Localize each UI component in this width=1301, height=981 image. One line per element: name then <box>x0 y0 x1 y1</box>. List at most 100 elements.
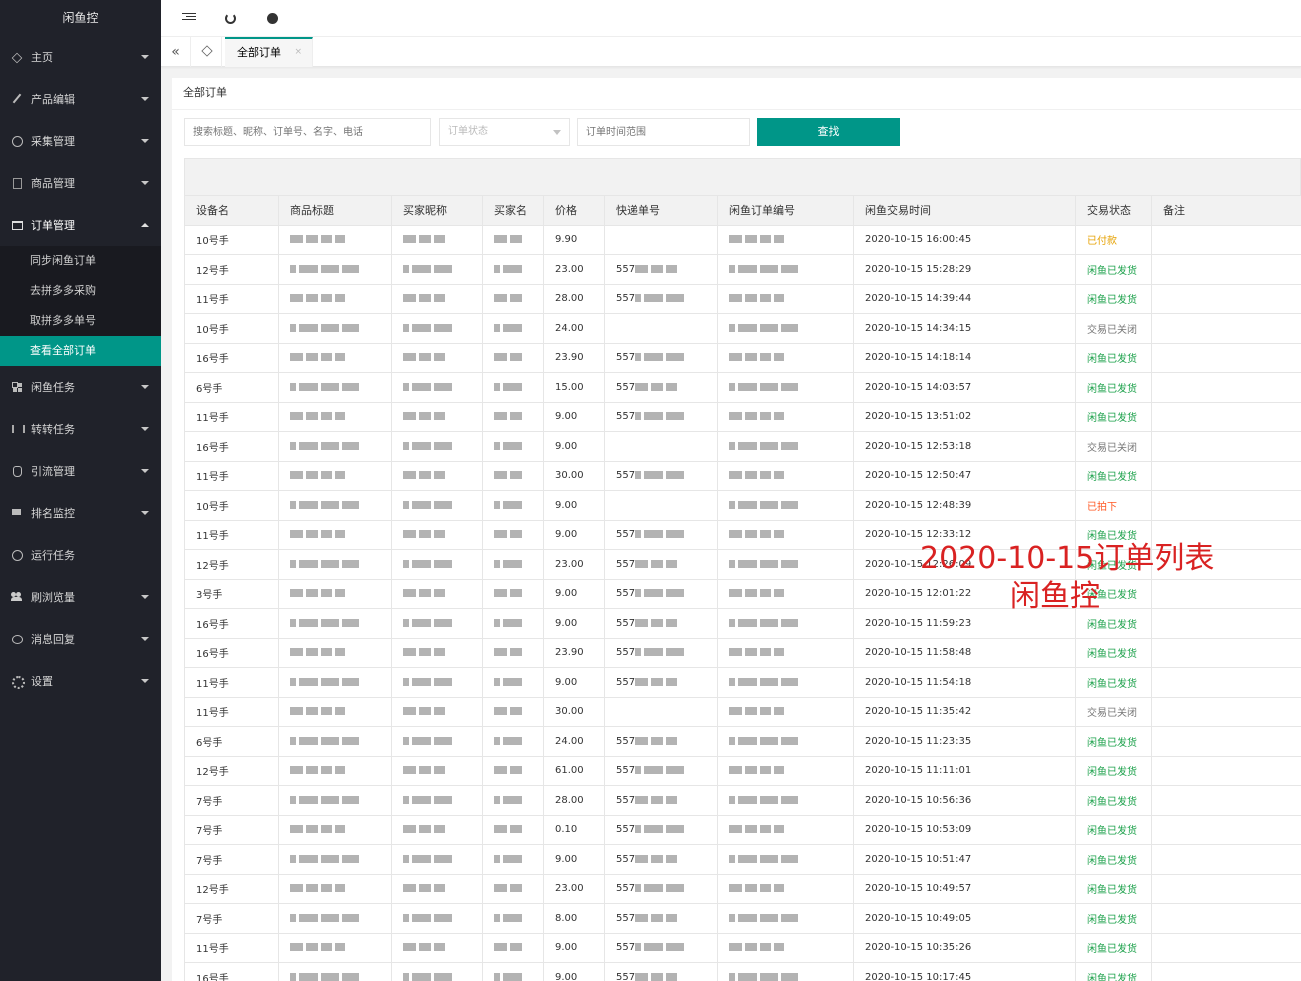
table-row[interactable]: 6号手 24.00 557 2020-10-15 11:23:35 闲鱼已发货 <box>184 726 1301 757</box>
obscured-text <box>781 795 798 804</box>
search-input[interactable] <box>184 118 431 146</box>
obscured-text <box>290 825 303 834</box>
home-tab-icon[interactable] <box>192 37 222 67</box>
cell-order-no <box>717 755 854 786</box>
table-row[interactable]: 11号手 9.00 557 2020-10-15 10:35:26 闲鱼已发货 <box>184 932 1301 963</box>
table-row[interactable]: 11号手 9.00 557 2020-10-15 11:54:18 闲鱼已发货 <box>184 667 1301 698</box>
obscured-text <box>760 648 771 657</box>
table-row[interactable]: 16号手 9.00 2020-10-15 12:53:18 交易已关闭 <box>184 431 1301 462</box>
table-row[interactable]: 11号手 30.00 2020-10-15 11:35:42 交易已关闭 <box>184 696 1301 727</box>
sidebar-item-2[interactable]: 采集管理 <box>0 120 161 162</box>
refresh-icon[interactable] <box>225 13 236 24</box>
submenu-item[interactable]: 取拼多多单号 <box>0 306 161 336</box>
submenu-item[interactable]: 去拼多多采购 <box>0 276 161 306</box>
column-header[interactable]: 买家昵称 <box>391 195 483 226</box>
table-row[interactable]: 6号手 15.00 557 2020-10-15 14:03:57 闲鱼已发货 <box>184 372 1301 403</box>
find-button[interactable]: 查找 <box>757 118 900 146</box>
sidebar-item-10[interactable]: 刷浏览量 <box>0 576 161 618</box>
obscured-text <box>434 648 445 657</box>
table-row[interactable]: 12号手 61.00 557 2020-10-15 11:11:01 闲鱼已发货 <box>184 755 1301 786</box>
status-badge: 闲鱼已发货 <box>1075 342 1152 373</box>
sidebar-item-8[interactable]: 排名监控 <box>0 492 161 534</box>
cell-trade-time: 2020-10-15 16:00:45 <box>853 224 1076 255</box>
status-badge: 已拍下 <box>1075 490 1152 521</box>
table-row[interactable]: 11号手 30.00 557 2020-10-15 12:50:47 闲鱼已发货 <box>184 460 1301 491</box>
obscured-text <box>738 795 757 804</box>
column-header[interactable]: 商品标题 <box>278 195 392 226</box>
sidebar-item-6[interactable]: 转转任务 <box>0 408 161 450</box>
column-header[interactable]: 交易状态 <box>1075 195 1152 226</box>
submenu-item[interactable]: 同步闲鱼订单 <box>0 246 161 276</box>
obscured-text <box>774 648 784 657</box>
cell-buyer-nick <box>391 431 483 462</box>
chevron-down-icon <box>141 385 149 389</box>
column-header[interactable]: 买家名 <box>482 195 544 226</box>
table-row[interactable]: 7号手 28.00 557 2020-10-15 10:56:36 闲鱼已发货 <box>184 785 1301 816</box>
chevron-down-icon <box>141 679 149 683</box>
app-logo[interactable]: 闲鱼控 <box>0 0 161 36</box>
cell-price: 9.00 <box>543 431 605 462</box>
menu-fold-icon[interactable] <box>182 11 196 25</box>
obscured-text <box>729 707 742 716</box>
column-header[interactable]: 闲鱼订单编号 <box>717 195 854 226</box>
obscured-text <box>644 589 664 598</box>
obscured-text <box>745 766 757 775</box>
table-row[interactable]: 12号手 23.00 557 2020-10-15 10:49:57 闲鱼已发货 <box>184 873 1301 904</box>
column-header[interactable]: 备注 <box>1151 195 1301 226</box>
cell-express <box>604 431 718 462</box>
obscured-text <box>745 825 757 834</box>
sidebar-item-3[interactable]: 商品管理 <box>0 162 161 204</box>
monitor-icon <box>11 507 23 519</box>
obscured-text <box>635 677 649 686</box>
obscured-text <box>503 382 522 391</box>
table-row[interactable]: 16号手 9.00 557 2020-10-15 10:17:45 闲鱼已发货 <box>184 962 1301 981</box>
table-row[interactable]: 11号手 28.00 557 2020-10-15 14:39:44 闲鱼已发货 <box>184 283 1301 314</box>
tabs-scroll-left-icon[interactable]: « <box>161 37 191 67</box>
submenu-item[interactable]: 查看全部订单 <box>0 336 161 366</box>
sidebar-item-12[interactable]: 设置 <box>0 660 161 702</box>
table-row[interactable]: 10号手 9.00 2020-10-15 12:48:39 已拍下 <box>184 490 1301 521</box>
obscured-text <box>729 441 735 450</box>
table-row[interactable]: 10号手 9.90 2020-10-15 16:00:45 已付款 <box>184 224 1301 255</box>
cell-device: 11号手 <box>184 283 279 314</box>
order-status-select[interactable]: 订单状态 <box>439 118 570 146</box>
sidebar-item-5[interactable]: 闲鱼任务 <box>0 366 161 408</box>
table-row[interactable]: 16号手 23.90 557 2020-10-15 14:18:14 闲鱼已发货 <box>184 342 1301 373</box>
obscured-text <box>434 559 452 568</box>
watermark-line-1: 2020-10-15订单列表 <box>920 541 1215 576</box>
table-row[interactable]: 7号手 0.10 557 2020-10-15 10:53:09 闲鱼已发货 <box>184 814 1301 845</box>
sidebar-item-9[interactable]: 运行任务 <box>0 534 161 576</box>
status-badge: 闲鱼已发货 <box>1075 667 1152 698</box>
table-row[interactable]: 10号手 24.00 2020-10-15 14:34:15 交易已关闭 <box>184 313 1301 344</box>
cell-note <box>1151 667 1301 698</box>
obscured-text <box>760 382 778 391</box>
cell-trade-time: 2020-10-15 10:49:05 <box>853 903 1076 934</box>
sidebar-item-1[interactable]: 产品编辑 <box>0 78 161 120</box>
sidebar-item-4[interactable]: 订单管理 <box>0 204 161 246</box>
obscured-text <box>434 382 452 391</box>
table-row[interactable]: 11号手 9.00 557 2020-10-15 13:51:02 闲鱼已发货 <box>184 401 1301 432</box>
sidebar-item-7[interactable]: 引流管理 <box>0 450 161 492</box>
order-time-range-input[interactable] <box>577 118 750 146</box>
obscured-text <box>635 353 642 362</box>
tab-all-orders[interactable]: 全部订单 × <box>225 37 313 67</box>
table-row[interactable]: 16号手 23.90 557 2020-10-15 11:58:48 闲鱼已发货 <box>184 637 1301 668</box>
table-row[interactable]: 7号手 9.00 557 2020-10-15 10:51:47 闲鱼已发货 <box>184 844 1301 875</box>
sidebar-item-0[interactable]: 主页 <box>0 36 161 78</box>
obscured-text <box>290 854 296 863</box>
obscured-text <box>335 884 345 893</box>
cell-express: 557 <box>604 342 718 373</box>
cell-trade-time: 2020-10-15 15:28:29 <box>853 254 1076 285</box>
column-header[interactable]: 快递单号 <box>604 195 718 226</box>
table-row[interactable]: 12号手 23.00 557 2020-10-15 15:28:29 闲鱼已发货 <box>184 254 1301 285</box>
column-header[interactable]: 闲鱼交易时间 <box>853 195 1076 226</box>
sidebar-item-11[interactable]: 消息回复 <box>0 618 161 660</box>
cell-trade-time: 2020-10-15 10:49:57 <box>853 873 1076 904</box>
column-header[interactable]: 设备名 <box>184 195 279 226</box>
column-header[interactable]: 价格 <box>543 195 605 226</box>
obscured-text <box>760 441 778 450</box>
tab-close-icon[interactable]: × <box>294 39 302 66</box>
cell-price: 9.00 <box>543 962 605 981</box>
table-row[interactable]: 7号手 8.00 557 2020-10-15 10:49:05 闲鱼已发货 <box>184 903 1301 934</box>
chat-icon[interactable] <box>267 13 278 24</box>
